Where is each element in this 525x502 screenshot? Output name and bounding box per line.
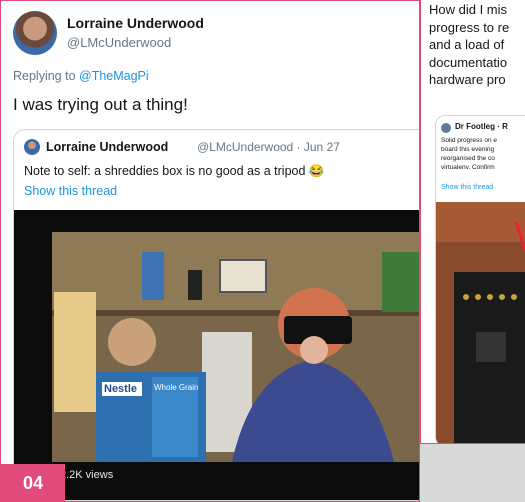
quoted-author-avatar — [24, 139, 40, 155]
quoted-author-name: Lorraine Underwood — [46, 140, 169, 154]
reply-to-link[interactable]: @TheMagPi — [79, 69, 149, 83]
side-quote-line: virtualenv. Confirm — [441, 164, 495, 171]
side-tweet-card: How did I mis progress to re and a load … — [420, 0, 525, 444]
side-text-line: How did I mis — [429, 2, 508, 17]
show-thread-link[interactable]: Show this thread — [24, 184, 117, 198]
side-quote-avatar — [441, 123, 451, 133]
video-frame: Nestle Whole Grain — [52, 232, 419, 462]
box-label: Whole Grain — [154, 383, 198, 392]
circuit-board-photo[interactable] — [436, 202, 525, 444]
side-quote-text: Solid progress on e board this evening r… — [441, 136, 497, 172]
reply-prefix: Replying to — [13, 69, 80, 83]
side-quote-line: board this evening — [441, 146, 495, 153]
reply-context: Replying to @TheMagPi — [13, 69, 149, 83]
main-tweet-card: Lorraine Underwood @LMcUnderwood Replyin… — [0, 0, 420, 502]
side-text-line: hardware pro — [429, 72, 506, 87]
side-quoted-tweet[interactable]: Dr Footleg · R Solid progress on e board… — [435, 115, 525, 444]
video-player[interactable]: Nestle Whole Grain 2.2K views — [14, 210, 419, 500]
author-name[interactable]: Lorraine Underwood — [67, 15, 204, 31]
author-avatar[interactable] — [13, 11, 57, 55]
quoted-tweet-text: Note to self: a shreddies box is no good… — [24, 164, 325, 178]
box-brand: Nestle — [104, 383, 137, 395]
side-tweet-text: How did I mis progress to re and a load … — [429, 1, 525, 89]
side-quote-line: Solid progress on e — [441, 137, 498, 144]
quoted-author-meta: @LMcUnderwood · Jun 27 — [197, 140, 340, 154]
side-text-line: progress to re — [429, 19, 510, 35]
side-quote-author: Dr Footleg · R — [455, 122, 508, 131]
figure-number-badge: 04 — [1, 464, 65, 501]
quoted-tweet[interactable]: Lorraine Underwood @LMcUnderwood · Jun 2… — [13, 129, 419, 501]
side-text-line: and a load of — [429, 37, 505, 52]
author-handle[interactable]: @LMcUnderwood — [67, 35, 171, 50]
side-show-thread-link[interactable]: Show this thread — [441, 184, 493, 191]
side-text-line: documentatio — [429, 54, 508, 70]
view-count: 2.2K views — [60, 469, 114, 481]
tweet-text: I was trying out a thing! — [13, 95, 188, 114]
side-quote-line: reorganised the co — [441, 155, 495, 162]
